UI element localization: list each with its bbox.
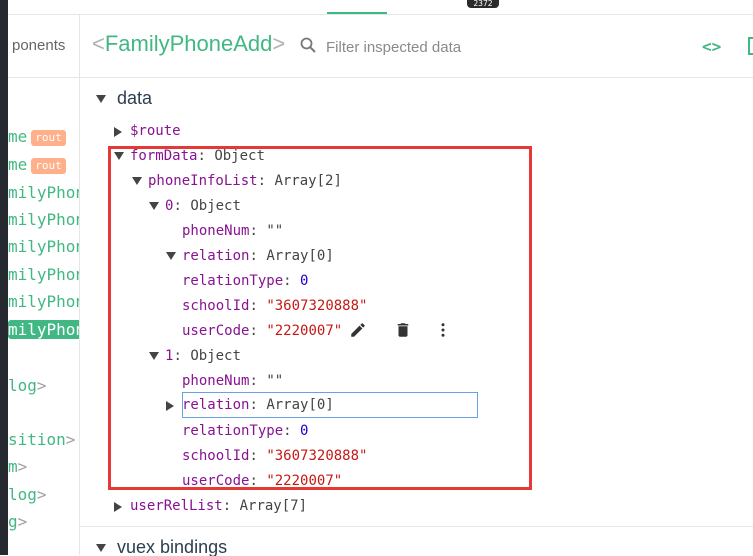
tree-colon: : [222,498,232,514]
component-tree-item[interactable]: me rout [8,154,66,176]
tree-value: Array[7] [239,498,308,514]
component-tree-item[interactable]: milyPhon [8,264,80,286]
component-tree-item[interactable]: log> [8,484,47,506]
component-tree-item-bracket: > [65,430,76,449]
component-tree-title: ponents [12,37,66,54]
tree-key: userRelList [130,498,223,514]
component-tree-item[interactable]: log> [8,375,47,397]
component-tree-item-bracket: > [36,485,47,504]
tree-row-route[interactable]: $route [114,120,181,142]
component-tree-item-label: milyPhon [8,320,79,339]
left-edge-strip [0,0,8,555]
vuex-section: vuex bindings [80,526,753,556]
component-title: <FamilyPhoneAdd> [92,31,285,57]
close-angle-bracket: > [272,31,286,56]
inspector-main: data $route formData: Object phoneInfoLi… [80,78,753,556]
component-tree-item-label: m [8,457,18,476]
expand-arrow-icon[interactable] [114,502,122,512]
tree-row-userrellist[interactable]: userRelList: Array[7] [114,495,308,517]
component-tree-item[interactable]: m> [8,456,27,478]
component-tree-item-label: sition [8,430,66,449]
component-tree-item-label: me [8,127,28,146]
component-tree-item[interactable]: sition> [8,429,75,451]
component-tree-item[interactable]: g> [8,511,27,533]
component-tree-item-bracket: > [17,457,28,476]
data-section-header[interactable]: data [96,88,152,112]
component-tree-panel: ponents me rout me rout milyPhon milyPhon mily… [8,15,80,555]
component-tree-item-label: log [8,376,37,395]
component-tree-item-bracket: > [36,376,47,395]
component-tree-item[interactable]: milyPhon [8,182,80,204]
component-tree-item[interactable]: milyPhon [8,319,79,341]
open-angle-bracket: < [92,31,105,56]
component-tree-item-label: me [8,155,28,174]
component-tree-item[interactable]: milyPhon [8,291,80,313]
data-section-title: data [117,88,153,108]
vuex-section-title: vuex bindings [117,537,228,556]
expand-arrow-icon[interactable] [114,127,122,137]
component-tree-item-label: milyPhon [8,210,80,229]
component-tree-item[interactable]: milyPhon [8,236,80,258]
route-badge: rout [31,158,66,174]
component-tree-item[interactable]: milyPhon [8,209,80,231]
component-tree-header: ponents [8,15,79,78]
inspector-header: <FamilyPhoneAdd> <> [80,15,753,78]
component-tree-item-label: g [8,512,18,531]
component-tree-item-label: milyPhon [8,237,80,256]
collapse-arrow-icon[interactable] [96,95,106,104]
active-tab-indicator [327,12,387,14]
component-tree-item[interactable]: me rout [8,126,66,148]
counter-badge: 2372 [467,0,499,8]
collapse-arrow-icon[interactable] [96,544,106,553]
component-name: FamilyPhoneAdd [104,31,273,56]
component-tree-item-label: milyPhon [8,265,80,284]
component-tree-item-bracket: > [17,512,28,531]
component-tree-item-label: milyPhon [8,292,80,311]
vuex-section-header[interactable]: vuex bindings [96,537,227,556]
search-icon [300,37,316,53]
panel-toggle-icon[interactable] [748,37,753,55]
code-icon[interactable]: <> [702,37,721,56]
highlight-box [108,146,532,490]
component-tree-item-label: log [8,485,37,504]
route-badge: rout [31,130,66,146]
top-tab-strip: 2372 [0,0,753,15]
tree-key: $route [130,123,181,139]
filter-inspected-data-input[interactable] [324,34,548,60]
component-tree-item-label: milyPhon [8,183,80,202]
